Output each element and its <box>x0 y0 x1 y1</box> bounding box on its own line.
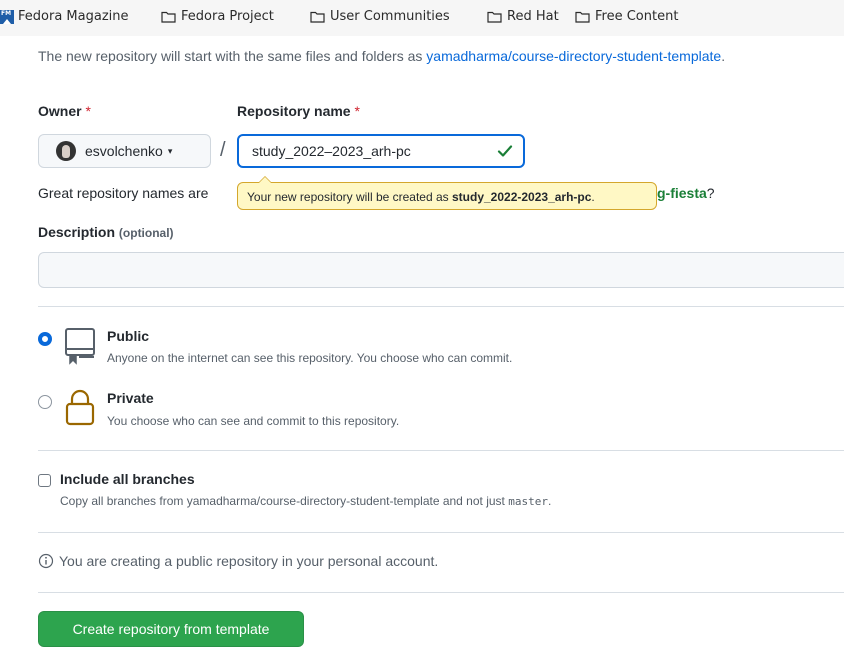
bookmark-label: Red Hat <box>507 9 559 24</box>
bookmark-fedora-magazine[interactable]: FM Fedora Magazine <box>0 9 129 24</box>
bookmark-label: User Communities <box>330 9 450 24</box>
repo-name-label-text: Repository name <box>237 103 351 119</box>
branch-name-code: master <box>508 495 548 508</box>
owner-label: Owner * <box>38 103 91 119</box>
bookmark-label: Free Content <box>595 9 679 24</box>
description-label-text: Description <box>38 224 116 240</box>
tooltip-repo-name: study_2022-2023_arh-pc <box>452 190 592 204</box>
repo-name-tooltip: Your new repository will be created as s… <box>237 176 657 210</box>
private-option-title: Private <box>107 390 154 406</box>
divider <box>38 306 844 307</box>
repo-name-label: Repository name * <box>237 103 360 119</box>
bookmark-red-hat[interactable]: Red Hat <box>487 9 559 24</box>
template-link[interactable]: yamadharma/course-directory-student-temp… <box>426 48 721 64</box>
public-radio[interactable] <box>38 332 52 346</box>
create-repository-button[interactable]: Create repository from template <box>38 611 304 647</box>
repo-name-input[interactable] <box>237 134 525 168</box>
bookmark-label: Fedora Magazine <box>18 9 129 24</box>
owner-name: esvolchenko <box>85 143 163 159</box>
private-radio[interactable] <box>38 395 52 409</box>
owner-repo-separator: / <box>220 139 226 161</box>
bookmark-fedora-project[interactable]: Fedora Project <box>161 9 274 24</box>
folder-icon <box>161 10 176 23</box>
folder-icon <box>487 10 502 23</box>
tooltip-suffix: . <box>591 190 595 204</box>
include-branches-label: Include all branches <box>60 471 195 487</box>
check-icon <box>497 143 513 164</box>
tooltip-prefix: Your new repository will be created as <box>247 190 452 204</box>
info-icon <box>38 553 54 569</box>
optional-hint: (optional) <box>118 226 174 240</box>
private-option-description: You choose who can see and commit to thi… <box>107 414 400 428</box>
bookmarks-toolbar: FM Fedora Magazine Fedora Project User C… <box>0 0 844 36</box>
info-text: You are creating a public repository in … <box>59 553 439 569</box>
owner-select-button[interactable]: esvolchenko ▾ <box>38 134 211 168</box>
divider <box>38 592 844 593</box>
repo-icon <box>62 327 98 370</box>
include-branches-checkbox[interactable] <box>38 474 51 487</box>
owner-label-text: Owner <box>38 103 82 119</box>
avatar <box>56 141 76 161</box>
name-hint: Great repository names are <box>38 185 209 201</box>
public-option-title: Public <box>107 328 150 344</box>
name-suggestion: g-fiesta? <box>657 185 715 201</box>
bookmark-label: Fedora Project <box>181 9 274 24</box>
required-mark: * <box>85 103 91 119</box>
bookmark-user-communities[interactable]: User Communities <box>310 9 450 24</box>
branches-desc-text: Copy all branches from yamadharma/course… <box>60 494 509 508</box>
divider <box>38 450 844 451</box>
folder-icon <box>310 10 325 23</box>
suggested-name-button[interactable]: g-fiesta <box>657 185 707 201</box>
lock-icon <box>63 388 97 431</box>
include-branches-description: Copy all branches from yamadharma/course… <box>60 494 551 508</box>
template-note: The new repository will start with the s… <box>38 48 725 64</box>
template-note-prefix: The new repository will start with the s… <box>38 48 427 64</box>
branches-desc-suffix: . <box>547 494 552 508</box>
caret-down-icon: ▾ <box>167 145 173 156</box>
folder-icon <box>575 10 590 23</box>
divider <box>38 532 844 533</box>
description-input[interactable] <box>38 252 844 288</box>
name-hint-suffix: ? <box>706 185 715 201</box>
bookmark-free-content[interactable]: Free Content <box>575 9 678 24</box>
description-label: Description (optional) <box>38 224 174 240</box>
required-mark: * <box>354 103 360 119</box>
fedora-magazine-favicon: FM <box>0 9 14 24</box>
visibility-info: You are creating a public repository in … <box>38 553 438 569</box>
public-option-description: Anyone on the internet can see this repo… <box>107 351 513 365</box>
template-note-suffix: . <box>721 48 726 64</box>
